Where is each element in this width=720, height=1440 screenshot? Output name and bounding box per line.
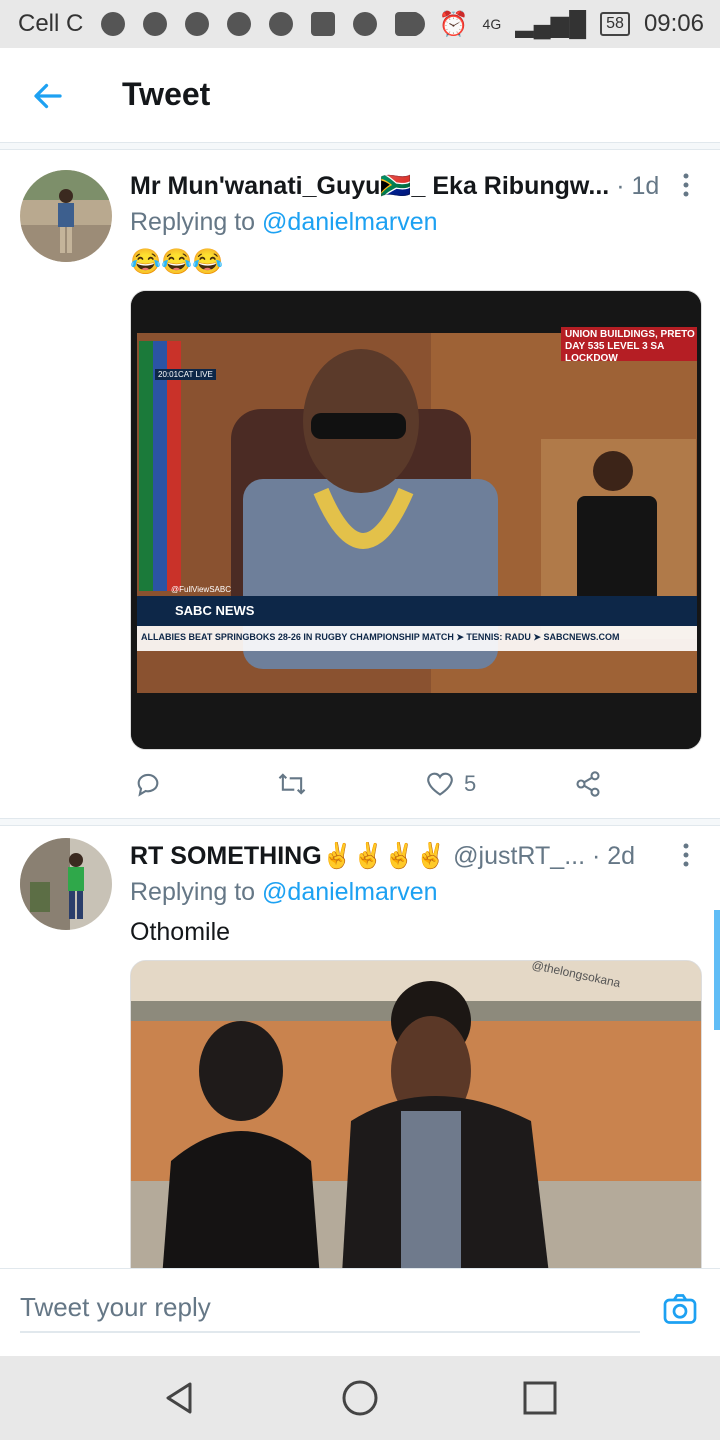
home-circle-icon[interactable] — [340, 1378, 380, 1418]
tweet[interactable]: RT SOMETHING✌✌✌✌ @justRT_... · 2d Replyi… — [0, 826, 720, 1268]
alarm-icon: ⏰ — [438, 10, 469, 38]
whatsapp-icon — [101, 12, 126, 36]
replying-to: Replying to @danielmarven — [130, 878, 438, 907]
location-badge-line1: UNION BUILDINGS, PRETO — [565, 329, 695, 340]
tweet[interactable]: Mr Mun'wanati_Guyu🇿🇦_ Eka Ribungw... · 1… — [0, 150, 720, 818]
divider — [0, 143, 720, 150]
heart-icon — [427, 772, 453, 796]
chrome-icon — [227, 12, 252, 36]
tweet-text: 😂😂😂 — [130, 248, 224, 276]
chrome-icon — [143, 12, 168, 36]
reply-icon — [137, 773, 159, 797]
battery-level: 58 — [600, 12, 630, 36]
location-badge-line2: DAY 535 LEVEL 3 SA LOCKDOW — [565, 341, 664, 364]
reply-input[interactable]: Tweet your reply — [20, 1287, 640, 1333]
chrome-icon — [185, 12, 210, 36]
page-title: Tweet — [122, 76, 211, 112]
scrollbar[interactable] — [714, 910, 720, 1030]
like-button[interactable]: 5 — [426, 770, 476, 798]
tweet-image[interactable]: UNION BUILDINGS, PRETO DAY 535 LEVEL 3 S… — [130, 290, 702, 750]
arrow-left-icon[interactable] — [30, 78, 66, 114]
network-type: 4G — [482, 16, 502, 32]
author-handle[interactable]: @justRT_... — [453, 842, 585, 870]
avatar[interactable] — [20, 838, 112, 930]
signal-icon: ▂▄▆█ — [515, 10, 587, 38]
tweet-time: · 2d — [592, 842, 636, 870]
reply-button[interactable] — [134, 770, 162, 798]
mention-link[interactable]: @danielmarven — [262, 878, 437, 906]
share-button[interactable] — [574, 770, 602, 798]
do-not-disturb-icon — [400, 12, 425, 36]
system-nav-bar — [0, 1356, 720, 1440]
replying-to-label: Replying to — [130, 878, 256, 906]
sd-card-icon — [311, 12, 336, 36]
avatar[interactable] — [20, 170, 112, 262]
retweet-button[interactable] — [276, 770, 308, 798]
retweet-icon — [278, 773, 306, 795]
live-badge: 20:01CAT LIVE — [155, 369, 216, 380]
recents-square-icon[interactable] — [520, 1378, 560, 1418]
chrome-icon — [269, 12, 294, 36]
replying-to-label: Replying to — [130, 208, 256, 236]
like-count: 5 — [464, 771, 477, 796]
tweet-author-row: Mr Mun'wanati_Guyu🇿🇦_ Eka Ribungw... · 1… — [130, 172, 660, 201]
author-name[interactable]: RT SOMETHING✌✌✌✌ — [130, 842, 446, 870]
reply-composer: Tweet your reply — [0, 1268, 720, 1357]
source-handle: @FullViewSABC — [171, 585, 231, 594]
mention-link[interactable]: @danielmarven — [262, 208, 437, 236]
tweet-image[interactable]: @thelongsokana — [130, 960, 702, 1268]
top-app-bar: Tweet — [0, 48, 720, 143]
back-triangle-icon[interactable] — [160, 1378, 200, 1418]
more-options-icon[interactable] — [676, 842, 696, 870]
carrier-label: Cell C — [18, 10, 84, 37]
news-ticker: ALLABIES BEAT SPRINGBOKS 28-26 IN RUGBY … — [141, 632, 620, 642]
status-bar: Cell C ⏰ 4G ▂▄▆█ 58 09:06 — [0, 0, 720, 48]
share-icon — [576, 771, 600, 797]
divider — [0, 818, 720, 826]
tweet-time: · 1d — [616, 172, 660, 200]
more-options-icon[interactable] — [676, 172, 696, 200]
replying-to: Replying to @danielmarven — [130, 208, 438, 237]
tweet-text: Othomile — [130, 918, 231, 946]
author-name[interactable]: Mr Mun'wanati_Guyu🇿🇦_ Eka Ribungw... — [130, 172, 609, 200]
tweet-actions: 5 — [130, 764, 610, 804]
channel-logo: SABC NEWS — [175, 603, 255, 618]
tweet-author-row: RT SOMETHING✌✌✌✌ @justRT_... · 2d — [130, 842, 660, 871]
hotspot-icon — [353, 12, 378, 36]
clock: 09:06 — [643, 10, 704, 37]
camera-icon[interactable] — [662, 1291, 698, 1327]
